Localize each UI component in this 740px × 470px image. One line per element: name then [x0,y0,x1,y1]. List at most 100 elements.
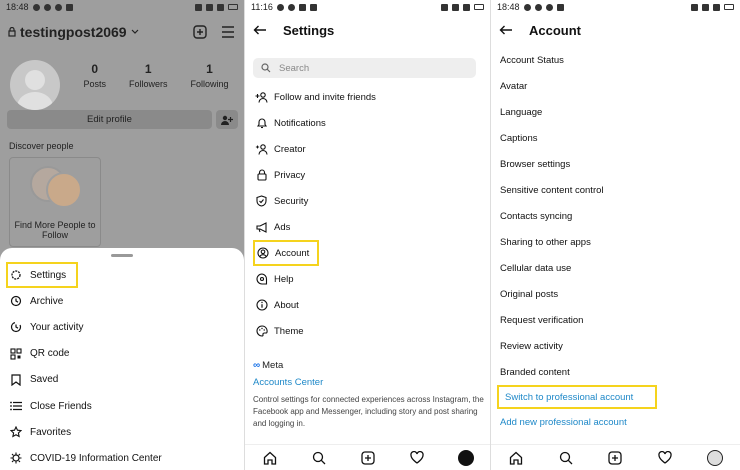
settings-item-theme[interactable]: Theme [253,318,482,344]
search-icon[interactable] [311,450,327,466]
settings-item-label: Creator [274,143,306,155]
menu-icon[interactable] [220,24,236,40]
account-item-cellular-data[interactable]: Cellular data use [499,255,734,281]
heart-icon[interactable] [409,450,425,466]
archive-icon [10,295,22,307]
menu-item-close-friends[interactable]: Close Friends [6,393,238,419]
bottom-nav [245,444,490,470]
shield-icon [255,195,268,208]
stat-followers[interactable]: 1 Followers [129,62,168,89]
meta-label: Meta [262,360,284,371]
stat-posts[interactable]: 0 Posts [83,62,106,89]
profile-avatar-tab[interactable] [457,449,474,466]
new-post-icon[interactable] [360,450,376,466]
notification-icon [545,3,553,11]
lock-icon [8,27,16,37]
account-item-request-verification[interactable]: Request verification [499,307,734,333]
notification-icon [534,3,542,11]
settings-item-label: Account [275,247,310,259]
username-switcher[interactable]: testingpost2069 [8,24,139,40]
settings-item-help[interactable]: Help [253,266,482,292]
menu-item-label: Your activity [30,321,84,333]
account-item-branded-content[interactable]: Branded content [499,359,734,385]
notification-icon [287,3,295,11]
settings-item-security[interactable]: Security [253,188,482,214]
discover-people-button[interactable] [216,110,238,129]
accounts-center-link[interactable]: Accounts Center [253,377,484,388]
stat-label: Following [190,79,229,89]
account-item-captions[interactable]: Captions [499,125,734,151]
notification-icon [54,3,62,11]
menu-item-label: Saved [30,374,59,386]
stat-following[interactable]: 1 Following [190,62,228,89]
notification-icon [43,3,51,11]
menu-item-your-activity[interactable]: Your activity [6,314,238,340]
menu-item-covid[interactable]: COVID-19 Information Center [6,445,238,470]
settings-item-label: Privacy [274,169,306,181]
menu-item-label: Favorites [30,426,72,438]
settings-item-label: Ads [274,221,291,233]
search-bar[interactable] [253,58,476,78]
settings-item-privacy[interactable]: Privacy [253,162,482,188]
menu-item-archive[interactable]: Archive [6,288,238,314]
account-item-original-posts[interactable]: Original posts [499,281,734,307]
account-item-browser-settings[interactable]: Browser settings [499,151,734,177]
settings-item-follow-invite[interactable]: Follow and invite friends [253,84,482,110]
new-post-icon[interactable] [192,24,208,40]
sheet-handle[interactable] [111,254,133,257]
search-input[interactable] [279,62,429,74]
account-item-status[interactable]: Account Status [499,47,734,73]
info-icon [255,299,268,312]
account-item-contacts-syncing[interactable]: Contacts syncing [499,203,734,229]
edit-profile-button[interactable]: Edit profile [7,110,212,129]
account-item-language[interactable]: Language [499,99,734,125]
signal-icon [463,3,470,11]
home-icon[interactable] [508,450,524,466]
menu-item-label: Archive [30,295,64,307]
find-people-card[interactable]: Find More People to Follow [9,157,101,247]
bell-icon [255,117,268,130]
account-item-sensitive-content[interactable]: Sensitive content control [499,177,734,203]
account-item-sharing-apps[interactable]: Sharing to other apps [499,229,734,255]
card-text: Find More People to Follow [14,220,96,240]
settings-item-account[interactable]: Account [253,240,319,266]
status-time: 18:48 [6,2,29,12]
menu-item-favorites[interactable]: Favorites [6,419,238,445]
account-item-avatar[interactable]: Avatar [499,73,734,99]
switch-to-professional-button[interactable]: Switch to professional account [497,385,657,409]
settings-item-about[interactable]: About [253,292,482,318]
menu-item-label: QR code [30,348,70,360]
lock-icon [255,169,268,182]
status-bar: 11:16 [245,0,490,14]
alarm-icon [441,3,448,11]
search-icon [261,63,271,73]
settings-item-notifications[interactable]: Notifications [253,110,482,136]
settings-item-label: Security [274,195,309,207]
bottom-nav [491,444,740,470]
heart-icon[interactable] [657,450,673,466]
menu-item-qr-code[interactable]: QR code [6,341,238,367]
page-title: Settings [283,22,335,38]
menu-item-settings[interactable]: Settings [6,262,78,289]
account-item-review-activity[interactable]: Review activity [499,333,734,359]
bottom-sheet-menu: Settings Archive Your activity QR code S… [0,248,244,470]
help-icon [255,273,268,286]
settings-item-ads[interactable]: Ads [253,214,482,240]
notification-icon [65,3,73,11]
stat-label: Followers [128,79,168,89]
menu-item-label: Close Friends [30,400,92,412]
settings-item-creator[interactable]: Creator [253,136,482,162]
notification-icon [523,3,531,11]
back-arrow-icon[interactable] [253,23,267,37]
back-arrow-icon[interactable] [499,23,513,37]
avatar[interactable] [10,60,60,110]
status-time: 18:48 [497,2,520,12]
new-post-icon[interactable] [607,450,623,466]
creator-icon [255,143,268,156]
add-professional-account-button[interactable]: Add new professional account [499,409,734,435]
home-icon[interactable] [262,450,278,466]
menu-item-saved[interactable]: Saved [6,367,238,393]
stat-number: 1 [206,62,213,76]
search-icon[interactable] [558,450,574,466]
profile-avatar-tab[interactable] [707,449,724,466]
